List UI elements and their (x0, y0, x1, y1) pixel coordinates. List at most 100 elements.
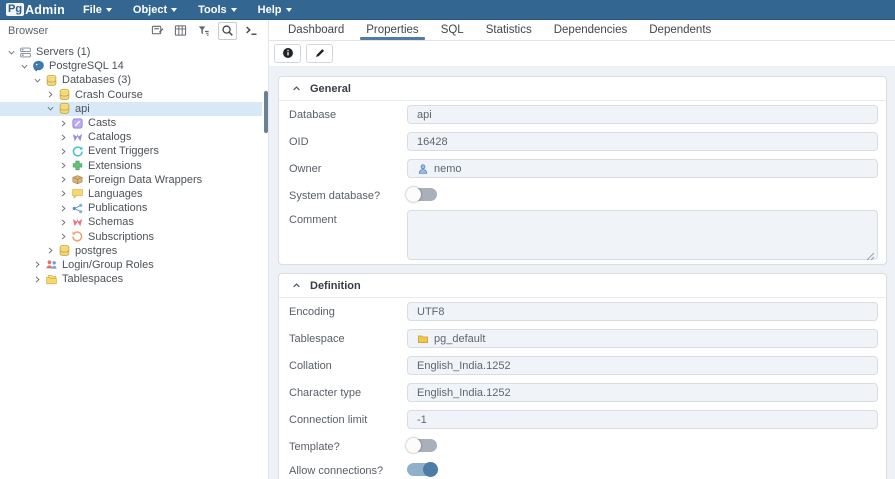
logo-pg-badge: Pg (6, 3, 25, 16)
tree-item-casts[interactable]: Casts (0, 116, 262, 130)
chevron-right-icon[interactable] (58, 174, 69, 185)
tree-item-postgres[interactable]: postgres (0, 244, 262, 258)
tablespace-field[interactable]: pg_default (407, 329, 878, 348)
tree-scrollbar-thumb[interactable] (264, 91, 268, 133)
app-header: Pg Admin File Object Tools Help (0, 0, 895, 20)
chevron-down-icon[interactable] (6, 47, 17, 58)
menu-file[interactable]: File (83, 4, 112, 16)
browser-toolbar (149, 21, 260, 40)
tree-item-foreign-data-wrappers[interactable]: Foreign Data Wrappers (0, 173, 262, 187)
tab-dependencies[interactable]: Dependencies (543, 20, 639, 40)
section-header-general[interactable]: General (279, 77, 886, 101)
tab-sql[interactable]: SQL (430, 20, 475, 40)
tree-item-tablespaces[interactable]: Tablespaces (0, 272, 262, 286)
publications-icon (71, 202, 84, 215)
collation-field[interactable]: English_India.1252 (407, 356, 878, 375)
tab-statistics[interactable]: Statistics (475, 20, 543, 40)
pgadmin-app: Pg Admin File Object Tools Help Browser Das… (0, 0, 895, 479)
database-icon (45, 74, 58, 87)
chevron-right-icon[interactable] (32, 274, 43, 285)
user-icon (417, 163, 429, 175)
field-label: System database? (289, 190, 381, 202)
chevron-right-icon[interactable] (58, 118, 69, 129)
tree-item-databases-3[interactable]: Databases (3) (0, 73, 262, 87)
chevron-down-icon[interactable] (45, 103, 56, 114)
tree-item-servers-1[interactable]: Servers (1) (0, 45, 262, 59)
tree-item-api[interactable]: api (0, 101, 262, 116)
field-label: Collation (289, 360, 332, 372)
allow-connections-toggle[interactable] (407, 462, 438, 477)
fdw-icon (71, 173, 84, 186)
extensions-icon (71, 159, 84, 172)
menu-object[interactable]: Object (132, 3, 178, 16)
connection-limit-field[interactable]: -1 (407, 410, 878, 429)
tree-item-catalogs[interactable]: Catalogs (0, 130, 262, 144)
subscriptions-icon (71, 230, 84, 243)
section-header-definition[interactable]: Definition (279, 274, 886, 298)
database-icon (58, 88, 71, 101)
resize-grip-icon[interactable] (866, 248, 875, 261)
menu-label: Help (257, 3, 282, 16)
chevron-right-icon[interactable] (58, 188, 69, 199)
field-control: nemo (407, 159, 878, 178)
tab-dashboard[interactable]: Dashboard (277, 20, 355, 40)
template-toggle[interactable] (406, 438, 437, 453)
field-control: 16428 (407, 132, 878, 151)
owner-field[interactable]: nemo (407, 159, 878, 178)
menu-help[interactable]: Help (258, 4, 292, 16)
tree-item-postgresql-14[interactable]: PostgreSQL 14 (0, 59, 262, 73)
info-button[interactable] (274, 44, 301, 63)
tree-item-schemas[interactable]: Schemas (0, 215, 262, 229)
tree-scrollbar[interactable] (262, 41, 268, 479)
search-icon[interactable] (218, 21, 237, 40)
chevron-right-icon[interactable] (45, 89, 56, 100)
chevron-right-icon[interactable] (58, 146, 69, 157)
chevron-right-icon[interactable] (58, 132, 69, 143)
tree-item-publications[interactable]: Publications (0, 201, 262, 215)
tab-dependents[interactable]: Dependents (638, 20, 722, 40)
encoding-field[interactable]: UTF8 (407, 302, 878, 321)
tree-item-login-group-roles[interactable]: Login/Group Roles (0, 258, 262, 272)
chevron-up-icon[interactable] (292, 84, 301, 93)
form-row-system-database: System database? (279, 182, 886, 206)
body-row: Servers (1) PostgreSQL 14 Databases (3) Cra… (0, 41, 895, 479)
chevron-right-icon[interactable] (45, 245, 56, 256)
oid-field[interactable]: 16428 (407, 132, 878, 151)
chevron-right-icon[interactable] (58, 231, 69, 242)
pgadmin-logo[interactable]: Pg Admin (6, 3, 65, 17)
tree-item-extensions[interactable]: Extensions (0, 159, 262, 173)
tree-item-label: Databases (3) (62, 74, 132, 87)
system-database-toggle[interactable] (406, 187, 437, 202)
tree-item-crash-course[interactable]: Crash Course (0, 88, 262, 102)
comment-textarea[interactable] (407, 210, 878, 261)
chevron-right-icon[interactable] (58, 160, 69, 171)
tree-item-subscriptions[interactable]: Subscriptions (0, 229, 262, 243)
character-type-field[interactable]: English_India.1252 (407, 383, 878, 402)
chevron-down-icon[interactable] (32, 75, 43, 86)
database-field[interactable]: api (407, 105, 878, 124)
menu-bar: File Object Tools Help (83, 4, 292, 16)
main-panel: General Database api OID 16428 Owner nemo Syste… (269, 41, 895, 479)
field-value: pg_default (434, 332, 486, 345)
chevron-up-icon[interactable] (292, 281, 301, 290)
query-tool-icon[interactable] (243, 23, 260, 39)
chevron-right-icon[interactable] (58, 217, 69, 228)
filter-icon[interactable] (195, 23, 212, 39)
field-value: api (417, 108, 432, 121)
tree-item-languages[interactable]: Languages (0, 187, 262, 201)
field-label: Database (289, 109, 337, 121)
tree-item-label: Extensions (88, 159, 142, 172)
form-row-tablespace: Tablespace pg_default (279, 325, 886, 352)
tab-properties[interactable]: Properties (355, 20, 429, 40)
field-control (406, 437, 878, 453)
chevron-down-icon[interactable] (19, 61, 30, 72)
folder-icon (417, 333, 429, 345)
menu-tools[interactable]: Tools (198, 4, 237, 16)
add-object-icon[interactable] (149, 23, 166, 39)
edit-button[interactable] (306, 44, 333, 63)
menu-label: Object (132, 3, 168, 16)
chevron-right-icon[interactable] (32, 259, 43, 270)
tree-item-event-triggers[interactable]: Event Triggers (0, 144, 262, 158)
grid-icon[interactable] (172, 23, 189, 39)
chevron-right-icon[interactable] (58, 203, 69, 214)
